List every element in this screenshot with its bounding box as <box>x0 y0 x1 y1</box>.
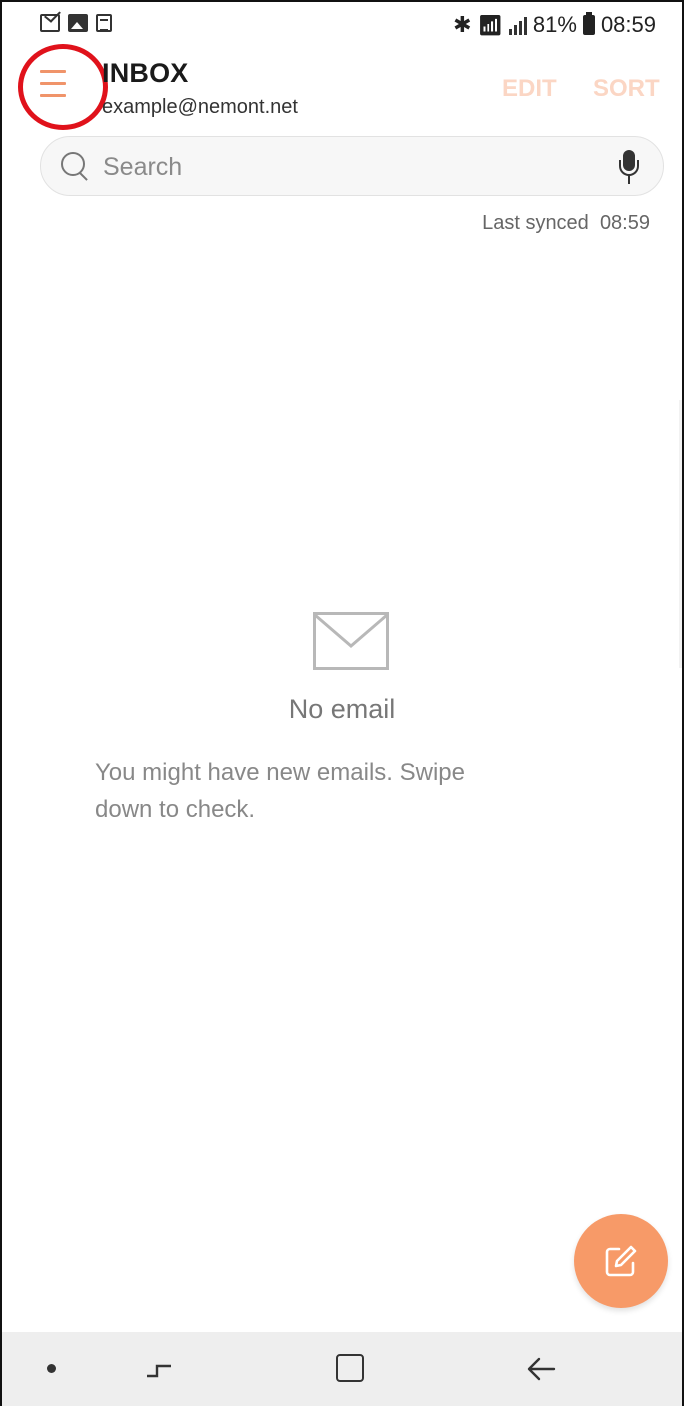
clock: 08:59 <box>600 12 656 37</box>
app-screen: ✱ 📶︎ 81% 08:59 INBOX example@nemont.net … <box>0 0 684 1406</box>
page-title: INBOX <box>102 58 189 88</box>
last-synced-label: Last synced <box>482 212 589 234</box>
last-synced: Last synced 08:59 <box>482 212 650 235</box>
mail-icon <box>40 14 60 32</box>
microphone-icon[interactable] <box>617 150 641 184</box>
compose-icon <box>605 1245 637 1277</box>
gallery-icon <box>68 14 88 32</box>
edit-button[interactable]: EDIT <box>502 75 557 103</box>
empty-state-title: No email <box>288 694 396 724</box>
account-email: example@nemont.net <box>102 96 298 118</box>
empty-state-message: You might have new emails. Swipe down to… <box>95 759 465 823</box>
search-icon <box>61 152 89 180</box>
sort-button[interactable]: SORT <box>593 75 660 103</box>
battery-icon <box>582 12 595 35</box>
last-synced-time: 08:59 <box>599 212 650 234</box>
navigation-bar <box>2 1332 682 1406</box>
home-icon[interactable] <box>336 1354 364 1382</box>
document-icon <box>96 14 112 32</box>
scrollbar[interactable] <box>679 400 682 668</box>
recents-icon[interactable] <box>143 1354 175 1386</box>
battery-percent: 81% <box>532 12 577 37</box>
compose-button[interactable] <box>574 1214 668 1308</box>
dot-icon[interactable] <box>47 1364 56 1373</box>
back-icon[interactable] <box>526 1354 556 1384</box>
search-input[interactable]: Search <box>40 136 664 196</box>
status-bar: ✱ 📶︎ 81% 08:59 <box>2 10 682 44</box>
wifi-icon: 📶︎ <box>477 14 503 37</box>
system-status: ✱ 📶︎ 81% 08:59 <box>453 12 656 38</box>
notification-icons <box>40 14 112 32</box>
envelope-icon <box>313 612 389 670</box>
search-placeholder: Search <box>103 153 183 181</box>
signal-icon <box>508 15 527 35</box>
annotation-circle <box>18 44 108 130</box>
bluetooth-icon: ✱ <box>453 12 472 37</box>
